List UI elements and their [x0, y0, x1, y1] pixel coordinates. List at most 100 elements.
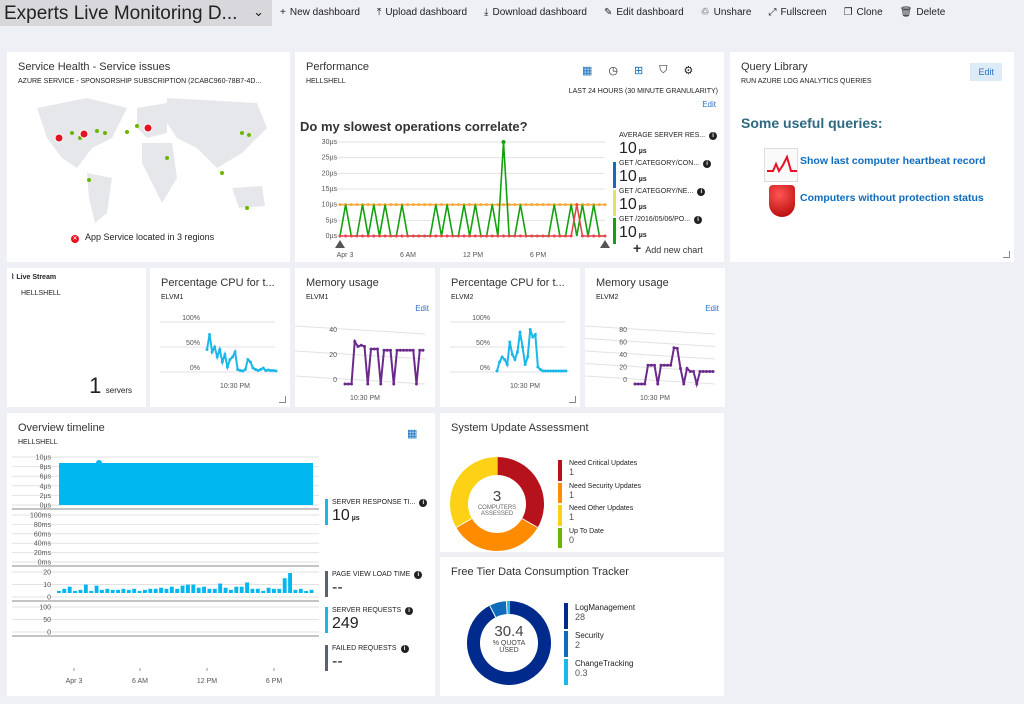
- cmd-new-dashboard[interactable]: + New dashboard: [280, 7, 360, 18]
- x-tick-label: 10:30 PM: [640, 395, 670, 402]
- settings-icon[interactable]: ⚙: [683, 64, 693, 77]
- data-point: [366, 234, 370, 238]
- info-icon[interactable]: i: [414, 571, 423, 579]
- legend-item[interactable]: GET /CATEGORY/NE... i 10 µs: [613, 188, 723, 216]
- metric-chart[interactable]: 40 20 0 10:30 PM: [295, 314, 435, 404]
- data-point: [415, 382, 418, 386]
- legend-item[interactable]: Security 2: [564, 631, 704, 657]
- data-point: [558, 234, 562, 238]
- dashboard-selector[interactable]: Experts Live Monitoring D... ⌄: [0, 0, 272, 26]
- query-library-tile[interactable]: Query Library RUN AZURE LOG ANALYTICS QU…: [730, 52, 1014, 262]
- add-comment-icon[interactable]: ⊞: [634, 64, 643, 77]
- query-link-protection[interactable]: Computers without protection status: [800, 192, 984, 204]
- data-point: [411, 203, 415, 207]
- request-bar: [261, 590, 266, 593]
- legend-value: 2: [575, 640, 581, 650]
- metric-chart[interactable]: 100% 50% 0% 10:30 PM: [440, 314, 580, 404]
- y-tick-label: 100%: [472, 315, 490, 322]
- metric-legend[interactable]: SERVER REQUESTS i 249: [325, 607, 430, 633]
- edit-link[interactable]: Edit: [415, 304, 429, 313]
- request-bar: [121, 588, 126, 593]
- overview-chart[interactable]: 10µs8µs6µs4µs2µs0µs100ms80ms60ms40ms20ms…: [7, 451, 325, 691]
- legend-item[interactable]: Need Security Updates 1: [558, 482, 698, 503]
- performance-chart[interactable]: 30µs 25µs 20µs 15µs 10µs 5µs 0µs Apr 3 6 AM 12 PM…: [295, 136, 613, 260]
- legend-swatch: [325, 645, 328, 671]
- legend-item[interactable]: Up To Date 0: [558, 527, 698, 548]
- tile-title: Service Health - Service issues: [18, 61, 171, 73]
- legend-item[interactable]: GET /CATEGORY/CON... i 10 µs: [613, 160, 723, 188]
- legend-item[interactable]: Need Other Updates 1: [558, 505, 698, 526]
- data-point: [701, 370, 705, 373]
- data-point: [507, 234, 511, 238]
- data-point: [698, 370, 702, 373]
- legend-item[interactable]: LogManagement 28: [564, 603, 704, 629]
- info-icon[interactable]: i: [697, 188, 706, 196]
- data-point: [274, 369, 278, 373]
- query-link-heartbeat[interactable]: Show last computer heartbeat record: [800, 155, 986, 167]
- data-point: [233, 350, 237, 354]
- info-icon[interactable]: i: [709, 132, 718, 140]
- add-new-chart-button[interactable]: + Add new chart: [633, 240, 703, 256]
- metric-label: SERVER RESPONSE TI...: [332, 499, 416, 506]
- legend-swatch: [325, 499, 328, 525]
- service-health-tile[interactable]: Service Health - Service issues AZURE SE…: [7, 52, 290, 262]
- legend-item[interactable]: Need Critical Updates 1: [558, 460, 698, 481]
- request-bar: [159, 587, 163, 593]
- info-icon[interactable]: i: [419, 499, 428, 507]
- legend-swatch: [558, 482, 562, 503]
- cmd-unshare[interactable]: ♲ Unshare: [701, 7, 752, 18]
- world-map[interactable]: [17, 88, 282, 228]
- filter-icon[interactable]: ⛉: [659, 64, 667, 77]
- cmd-download-dashboard[interactable]: ⤓ Download dashboard: [484, 7, 587, 18]
- legend-value: 0: [569, 534, 575, 545]
- metric-tile[interactable]: Memory usage ELVM1 Edit 40 20 0 10:30 PM: [295, 268, 435, 407]
- info-icon[interactable]: i: [703, 160, 712, 168]
- cmd-edit-dashboard[interactable]: ✎ Edit dashboard: [604, 7, 684, 18]
- metric-legend[interactable]: FAILED REQUESTS i --: [325, 645, 430, 671]
- legend-label: LogManagement: [575, 603, 636, 612]
- legend-value: 1: [569, 467, 575, 477]
- legend-item[interactable]: AVERAGE SERVER RES... i 10 µs: [613, 132, 723, 160]
- data-tracker-tile[interactable]: Free Tier Data Consumption Tracker 30.4%…: [440, 557, 724, 696]
- data-point: [218, 348, 222, 351]
- legend-label: GET /CATEGORY/CON...: [619, 160, 700, 167]
- update-assessment-tile[interactable]: System Update Assessment 3 COMPUTERS ASSE…: [440, 413, 724, 552]
- metric-legend[interactable]: PAGE VIEW LOAD TIME i --: [325, 571, 430, 597]
- edit-button[interactable]: Edit: [970, 63, 1002, 81]
- cmd-clone[interactable]: ❐ Clone: [844, 7, 883, 18]
- live-stream-tile[interactable]: ⌇ Live Stream HELLSHELL 1 servers: [7, 268, 146, 407]
- data-point: [556, 369, 560, 373]
- cmd-fullscreen[interactable]: ⤢ Fullscreen: [768, 7, 826, 18]
- metric-chart[interactable]: 100% 50% 0% 10:30 PM: [150, 314, 290, 404]
- data-point: [231, 355, 235, 359]
- legend-item[interactable]: ChangeTracking 0.3: [564, 659, 704, 685]
- data-point: [254, 368, 258, 371]
- edit-link[interactable]: Edit: [705, 304, 719, 313]
- overview-timeline-tile[interactable]: Overview timeline HELLSHELL ▦ 10µs 8µs 6µs…: [7, 413, 435, 696]
- data-point: [383, 234, 387, 238]
- info-icon[interactable]: i: [405, 607, 414, 615]
- metric-chart[interactable]: 80 60 40 20 0 10:30 PM: [585, 314, 725, 404]
- time-range[interactable]: LAST 24 HOURS (30 MINUTE GRANULARITY): [569, 88, 718, 95]
- y-tick-label: 15µs: [322, 186, 338, 193]
- performance-tile[interactable]: Performance HELLSHELL ▦ ◷ ⊞ ⛉ ⚙ LAST 24 HOUR…: [295, 52, 724, 262]
- data-point: [428, 234, 432, 238]
- metric-tile[interactable]: Percentage CPU for t... ELVM1 100% 50% 0% 10:…: [150, 268, 290, 407]
- info-icon[interactable]: i: [694, 216, 703, 224]
- metric-legend[interactable]: SERVER RESPONSE TI... i 10 µs: [325, 499, 430, 525]
- cmd-upload-dashboard[interactable]: ⤒ Upload dashboard: [377, 7, 467, 18]
- metric-tile[interactable]: Percentage CPU for t... ELVM2 100% 50% 0% 10:…: [440, 268, 580, 407]
- data-point: [536, 365, 540, 369]
- grid-icon[interactable]: ▦: [407, 427, 417, 440]
- info-icon[interactable]: i: [400, 645, 409, 653]
- request-bar: [207, 588, 212, 593]
- cmd-delete[interactable]: 🗑 Delete: [900, 7, 946, 18]
- metric-tile[interactable]: Memory usage ELVM2 Edit 80 60 40 20 0 10:30 PM: [585, 268, 725, 407]
- request-bar: [148, 588, 153, 593]
- data-point: [592, 234, 596, 238]
- grid-icon[interactable]: ▦: [582, 64, 592, 77]
- history-icon[interactable]: ◷: [608, 64, 618, 77]
- legend-label: GET /2016/05/06/PO...: [619, 216, 691, 223]
- edit-link[interactable]: Edit: [702, 100, 716, 109]
- resize-handle[interactable]: [1003, 251, 1010, 258]
